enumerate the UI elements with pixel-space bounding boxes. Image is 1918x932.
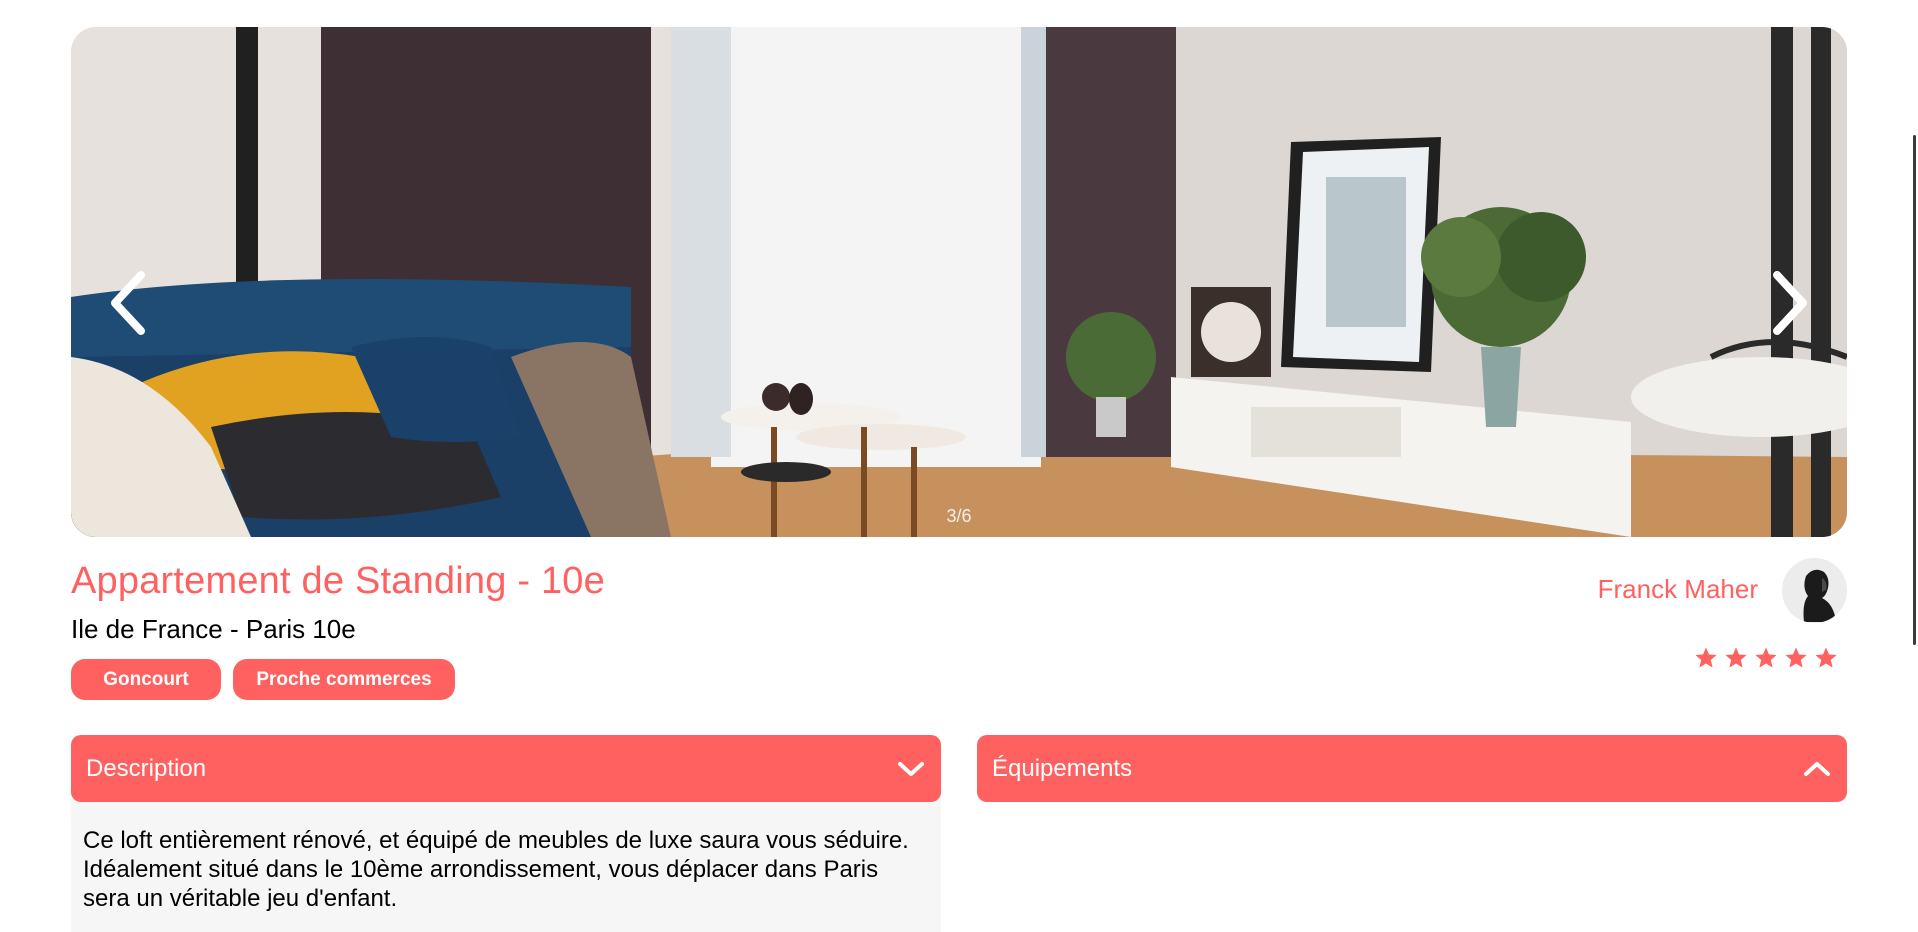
- star-icon: [1785, 647, 1807, 668]
- slide-counter: 3/6: [946, 506, 972, 526]
- description-collapse-toggle[interactable]: Description: [71, 735, 941, 802]
- carousel-prev-button[interactable]: [103, 267, 151, 339]
- tag-list: Goncourt Proche commerces: [71, 659, 455, 700]
- avatar-image: [1782, 558, 1847, 623]
- chevron-right-icon: [1773, 271, 1807, 335]
- listing-location: Ile de France - Paris 10e: [71, 614, 356, 644]
- scrollbar-thumb[interactable]: [1913, 135, 1916, 645]
- chevron-up-icon: [1804, 761, 1830, 776]
- tag: Goncourt: [71, 659, 221, 700]
- host-name: Franck Maher: [1597, 574, 1758, 604]
- equipment-collapse-toggle[interactable]: Équipements: [977, 735, 1847, 802]
- collapse-title: Équipements: [992, 754, 1133, 782]
- carousel-next-button[interactable]: [1767, 267, 1815, 339]
- listing-title: Appartement de Standing - 10e: [71, 560, 605, 602]
- star-icon: [1755, 647, 1777, 668]
- tag: Proche commerces: [233, 659, 455, 700]
- host-avatar: [1782, 558, 1847, 623]
- listing-photo: [71, 27, 1847, 537]
- collapse-title: Description: [86, 754, 207, 782]
- host-rating: [1694, 646, 1838, 670]
- star-icon: [1695, 647, 1717, 668]
- star-icon: [1725, 647, 1747, 668]
- image-carousel: 3/6: [71, 27, 1847, 537]
- chevron-left-icon: [111, 271, 145, 335]
- description-content: Ce loft entièrement rénové, et équipé de…: [71, 792, 941, 932]
- chevron-down-icon: [898, 761, 924, 776]
- star-icon: [1815, 647, 1837, 668]
